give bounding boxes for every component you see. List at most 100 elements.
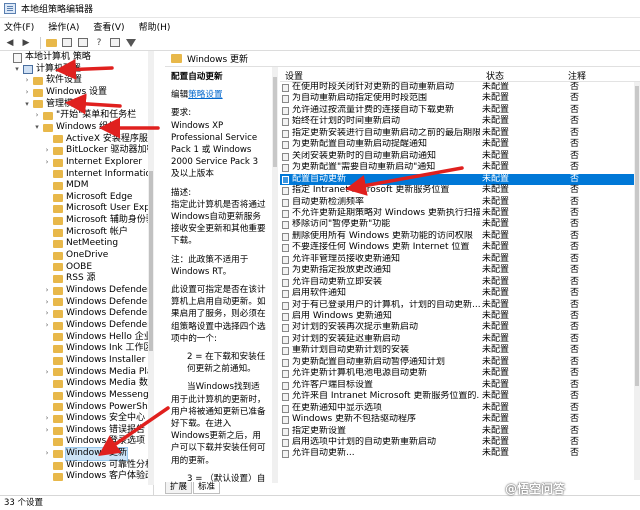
collapse-chevron-icon[interactable]: ▾ (23, 99, 31, 111)
tab-standard[interactable]: 标准 (193, 482, 221, 494)
tree-item[interactable]: › Windows 错误报告 (43, 425, 145, 437)
filter-icon[interactable] (125, 37, 137, 49)
column-header-setting[interactable]: 设置 (285, 69, 303, 82)
expand-chevron-icon[interactable]: › (43, 308, 51, 320)
tree-item[interactable]: Microsoft 辅助身份验证因 (43, 215, 153, 227)
back-arrow-icon[interactable]: ◀ (4, 37, 16, 49)
setting-row[interactable]: 在更新通知中显示选项 未配置 否 (280, 403, 634, 414)
tree-item[interactable]: › "开始"菜单和任务栏 (33, 110, 137, 122)
tree-item[interactable]: › Windows 安全中心 (43, 413, 145, 425)
expand-chevron-icon[interactable]: › (23, 87, 31, 99)
description-scrollbar-thumb[interactable] (273, 77, 277, 167)
tree-item[interactable]: › Windows Defender 应用 (43, 320, 153, 332)
collapse-chevron-icon[interactable]: ▾ (33, 122, 41, 134)
expand-chevron-icon[interactable]: › (33, 110, 41, 122)
tree-item[interactable]: › Internet Explorer (43, 157, 142, 169)
setting-row[interactable]: 允许来自 Intranet Microsoft 更新服务位置的... 未配置 否 (280, 391, 634, 402)
tree-item[interactable]: Microsoft 帐户 (43, 227, 128, 239)
tree-item[interactable]: Windows Ink 工作区 (43, 343, 152, 355)
tree-item[interactable]: Microsoft User Experienc (43, 203, 153, 215)
setting-row[interactable]: 启用选项中计划的自动更新重新启动 未配置 否 (280, 437, 634, 448)
show-hide-tree-icon[interactable] (61, 37, 73, 49)
description-scrollbar[interactable] (272, 67, 278, 483)
tree-item[interactable]: Windows 登录选项 (43, 436, 145, 448)
tree-item[interactable]: Windows Installer (43, 355, 145, 367)
setting-row[interactable]: 在使用时段关闭针对更新的自动重新启动 未配置 否 (280, 82, 634, 93)
expand-chevron-icon[interactable]: › (43, 367, 51, 379)
setting-row[interactable]: 重新计划自动更新计划的安装 未配置 否 (280, 345, 634, 356)
setting-row[interactable]: 关闭安装更新时的自动重新启动通知 未配置 否 (280, 151, 634, 162)
setting-row[interactable]: 允许非管理员接收更新通知 未配置 否 (280, 254, 634, 265)
tree-item[interactable]: 本地计算机 策略 (3, 52, 91, 64)
properties-icon[interactable] (109, 37, 121, 49)
tree-item[interactable]: › Windows Media Player (43, 367, 153, 379)
tree-item[interactable]: Internet Information Se (43, 169, 153, 181)
setting-row[interactable]: Windows 更新不包括驱动程序 未配置 否 (280, 414, 634, 425)
expand-chevron-icon[interactable]: › (43, 320, 51, 332)
expand-chevron-icon[interactable]: › (43, 285, 51, 297)
tree-item[interactable]: NetMeeting (43, 238, 118, 250)
setting-row[interactable]: 允许自动更新立即安装 未配置 否 (280, 277, 634, 288)
expand-chevron-icon[interactable]: › (43, 157, 51, 169)
collapse-chevron-icon[interactable]: ▾ (13, 64, 21, 76)
tree-item[interactable]: Windows Media 数字权限 (43, 378, 153, 390)
tree-item[interactable]: › Windows Defender 攻击 (43, 308, 153, 320)
tree-item[interactable]: › Windows Defender 防病 (43, 297, 153, 309)
setting-row[interactable]: 对于有已登录用户的计算机，计划的自动更新... 未配置 否 (280, 300, 634, 311)
tree-item[interactable]: RSS 源 (43, 273, 96, 285)
tree-item[interactable]: › BitLocker 驱动器加密 (43, 145, 153, 157)
setting-row[interactable]: 不要连接任何 Windows 更新 Internet 位置 未配置 否 (280, 242, 634, 253)
tree-item[interactable]: Windows Hello 企业版 (43, 332, 153, 344)
tree-item[interactable]: Windows 可靠性分析 (43, 460, 153, 472)
setting-row[interactable]: 为更新配置"需要自动重新启动"通知 未配置 否 (280, 162, 634, 173)
tree-item[interactable]: OOBE (43, 262, 92, 274)
tree-item[interactable]: › Windows 更新 (43, 447, 129, 461)
setting-row[interactable]: 自动更新检测频率 未配置 否 (280, 197, 634, 208)
setting-row[interactable]: 为更新配置自动重新启动提醒通知 未配置 否 (280, 139, 634, 150)
expand-chevron-icon[interactable]: › (43, 448, 51, 460)
setting-row[interactable]: 允许更新计算机电池电源自动更新 未配置 否 (280, 368, 634, 379)
column-header-comment[interactable]: 注释 (568, 69, 586, 82)
setting-row[interactable]: 对计划的安装延迟重新启动 未配置 否 (280, 334, 634, 345)
tree-item[interactable]: › 软件设置 (23, 75, 82, 87)
help-icon[interactable]: ? (93, 37, 105, 49)
expand-chevron-icon[interactable]: › (23, 75, 31, 87)
settings-list-scrollbar-thumb[interactable] (635, 86, 639, 386)
menu-view[interactable]: 查看(V) (93, 20, 124, 33)
setting-row[interactable]: 配置自动更新 未配置 否 (280, 173, 634, 186)
setting-row[interactable]: 不允许更新延期策略对 Windows 更新执行扫描 未配置 否 (280, 208, 634, 219)
tree-scrollbar[interactable] (148, 51, 154, 485)
tree-scrollbar-thumb[interactable] (149, 171, 153, 351)
setting-row[interactable]: 启用 Windows 更新通知 未配置 否 (280, 311, 634, 322)
expand-chevron-icon[interactable]: › (43, 297, 51, 309)
setting-row[interactable]: 指定 Intranet Microsoft 更新服务位置 未配置 否 (280, 185, 634, 196)
edit-policy-link[interactable]: 策略设置 (188, 90, 222, 100)
setting-row[interactable]: 允许自动更新... 未配置 否 (280, 448, 634, 459)
tree-item[interactable]: › Windows Defender Smar (43, 285, 153, 297)
setting-row[interactable]: 允许通过按流量计费的连接自动下载更新 未配置 否 (280, 105, 634, 116)
expand-chevron-icon[interactable]: › (43, 413, 51, 425)
tree-item[interactable]: ActiveX 安装程序服务 (43, 134, 153, 146)
settings-list-scrollbar[interactable] (634, 82, 640, 480)
setting-row[interactable]: 对计划的安装再次提示重新启动 未配置 否 (280, 322, 634, 333)
tree-item[interactable]: Windows Messenger (43, 390, 153, 402)
menu-file[interactable]: 文件(F) (4, 20, 34, 33)
setting-row[interactable]: 指定更新设置 未配置 否 (280, 426, 634, 437)
up-folder-icon[interactable] (45, 37, 57, 49)
tree-item[interactable]: MDM (43, 180, 88, 192)
tree-item[interactable]: ▾ 管理模板 (23, 99, 82, 111)
export-list-icon[interactable] (77, 37, 89, 49)
tab-extended[interactable]: 扩展 (165, 482, 193, 494)
tree-item[interactable]: Windows PowerShell (43, 402, 153, 414)
setting-row[interactable]: 启用软件通知 未配置 否 (280, 288, 634, 299)
setting-row[interactable]: 为更新指定投放更改通知 未配置 否 (280, 265, 634, 276)
menu-action[interactable]: 操作(A) (48, 20, 79, 33)
menu-help[interactable]: 帮助(H) (139, 20, 171, 33)
setting-row[interactable]: 为自动重新启动指定使用时段范围 未配置 否 (280, 93, 634, 104)
tree-item[interactable]: Windows 客户体验改善计 (43, 471, 153, 483)
setting-row[interactable]: 指定更新安装进行自动重新启动之前的最后期限 未配置 否 (280, 128, 634, 139)
tree-item[interactable]: OneDrive (43, 250, 108, 262)
tree-item[interactable]: ▾ 计算机配置 (13, 64, 81, 76)
setting-row[interactable]: 为更新配置自动重新启动暂停通知计划 未配置 否 (280, 357, 634, 368)
column-header-state[interactable]: 状态 (486, 69, 504, 82)
